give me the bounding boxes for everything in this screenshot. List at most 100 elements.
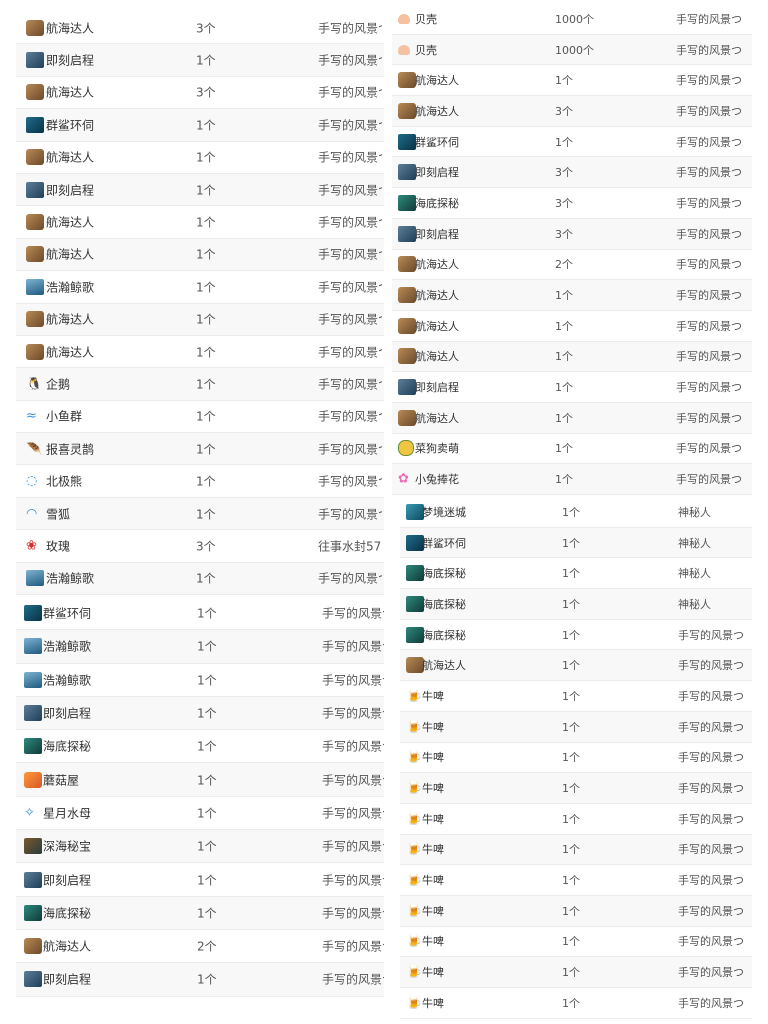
gift-sender: 手写的风景つ [322,972,384,987]
gift-sender: 手写的风景つ [676,411,742,425]
gift-row: 浩瀚鲸歌 1个 手写的风景つ [16,664,384,697]
gift-sender: 手写的风景つ [676,135,742,149]
gift-name: 群鲨环伺 [43,606,92,621]
gift-name: 牛啤 [422,996,444,1010]
gift-row: 航海达人 2个 手写的风景つ [16,930,384,964]
gift-row: 海底探秘 3个 手写的风景つ [392,188,752,219]
gift-name: 群鲨环伺 [415,135,459,149]
gift-name: 海底探秘 [422,597,466,611]
gift-name: 即刻启程 [415,166,459,180]
gift-quantity: 1个 [197,606,217,621]
gift-quantity: 1个 [197,906,217,921]
gift-sender: 手写的风景つ [676,319,742,333]
gift-sender: 手写的风景つ [318,215,382,230]
gift-row: 即刻启程 1个 手写的风景つ [392,372,752,403]
gift-quantity: 3个 [555,196,573,210]
gift-quantity: 1个 [562,996,580,1010]
gift-sender: 手写的风景つ [678,720,744,734]
gift-flower-icon: ✿ [398,472,409,486]
gift-row: 🐧企鹅 1个 手写的风景つ [16,368,384,401]
gift-list-right-bottom: 梦境迷城 1个 神秘人 群鲨环伺 1个 神秘人 海底探秘 1个 神秘人 海底探秘 1个 神秘人 海底探秘… [400,497,752,1019]
gift-sender: 手写的风景つ [676,350,742,364]
gift-sender: 手写的风景つ [678,659,744,673]
gift-row: 即刻启程 3个 手写的风景つ [392,218,752,250]
gift-row: 即刻启程 1个 手写的风景つ [16,696,384,731]
gift-sender: 手写的风景つ [676,227,742,241]
gift-reef-icon [26,116,44,133]
gift-name: 星月水母 [43,806,92,821]
gift-row: 🍺 牛啤 1个 手写的风景つ [400,681,752,712]
gift-glyph-icon: ✧ [24,806,35,820]
gift-name: 海底探秘 [43,739,92,754]
gift-sender: 手写的风景つ [676,196,742,210]
gift-sender: 神秘人 [678,567,711,581]
gift-sender: 手写的风景つ [322,639,384,654]
gift-row: 海底探秘 1个 神秘人 [400,589,752,620]
gift-beer-icon: 🍺 [406,934,423,948]
gift-row: ◠ 雪狐 1个 手写的风景つ [16,497,384,531]
gift-beer-icon: 🍺 [406,750,423,764]
gift-quantity: 1个 [197,706,217,721]
gift-row: 🍺 牛啤 1个 手写的风景つ [400,895,752,927]
gift-ship-icon [24,938,42,955]
gift-name: 航海达人 [46,150,95,165]
gift-boat-icon [24,705,42,722]
gift-name: 牛啤 [422,812,444,826]
gift-sender: 手写的风景つ [678,996,744,1010]
gift-name: 牛啤 [422,966,444,980]
gift-sender: 手写的风景つ [678,628,744,642]
gift-sender: 手写的风景つ [318,118,382,133]
gift-sea-icon [24,904,42,921]
gift-quantity: 1个 [562,505,580,519]
gift-name: 航海达人 [415,289,459,303]
gift-sea-icon [24,738,42,755]
gift-name: 深海秘宝 [43,839,92,854]
gift-quantity: 1个 [562,904,580,918]
gift-ship-icon [26,246,44,263]
gift-row: 浩瀚鲸歌 1个 手写的风景つ [16,271,384,304]
gift-ship-icon [398,287,416,304]
gift-name: 报喜灵鹊 [46,442,95,457]
gift-row: 航海达人 1个 手写的风景つ [16,142,384,174]
gift-name: 航海达人 [415,350,459,364]
gift-row: 航海达人 1个 手写的风景つ [392,280,752,311]
gift-quantity: 3个 [196,85,216,100]
gift-quantity: 1个 [562,966,580,980]
gift-name: 浩瀚鲸歌 [43,639,92,654]
gift-row: 🍺 牛啤 1个 手写的风景つ [400,957,752,988]
gift-row: 海底探秘 1个 手写的风景つ [16,730,384,764]
gift-glyph-icon: 🪶 [26,442,43,456]
gift-name: 航海达人 [415,411,459,425]
gift-whale-icon [26,570,44,587]
gift-sender: 手写的风景つ [676,473,742,487]
gift-sender: 手写的风景つ [676,381,742,395]
gift-name: 海底探秘 [415,196,459,210]
gift-quantity: 1个 [196,345,216,360]
gift-sender: 手写的风景つ [318,280,382,295]
gift-sender: 手写的风景つ [678,751,744,765]
gift-ship-icon [26,149,44,166]
gift-rose-icon: ❀ [26,539,37,553]
gift-row: 群鲨环伺 1个 神秘人 [400,527,752,559]
gift-sender: 手写的风景つ [322,839,384,854]
gift-sender: 手写的风景つ [318,247,382,262]
gift-sender: 手写的风景つ [676,12,742,26]
gift-sender: 手写的风景つ [678,843,744,857]
gift-quantity: 1个 [196,571,216,586]
gift-quantity: 1个 [562,812,580,826]
gift-name: 即刻启程 [415,381,459,395]
gift-sender: 手写的风景つ [318,474,382,489]
gift-name: 群鲨环伺 [46,118,95,133]
gift-name: 即刻启程 [415,227,459,241]
gift-ship-icon [26,19,44,36]
gift-quantity: 1个 [196,377,216,392]
gift-quantity: 1个 [555,319,573,333]
gift-boat-icon [26,52,44,69]
gift-sender: 手写的风景つ [678,874,744,888]
gift-row: 航海达人 1个 手写的风景つ [16,303,384,336]
gift-boat-icon [26,181,44,198]
gift-name: 贝壳 [415,12,437,26]
gift-sender: 神秘人 [678,536,711,550]
gift-quantity: 1个 [562,720,580,734]
gift-sender: 手写的风景つ [318,409,382,424]
